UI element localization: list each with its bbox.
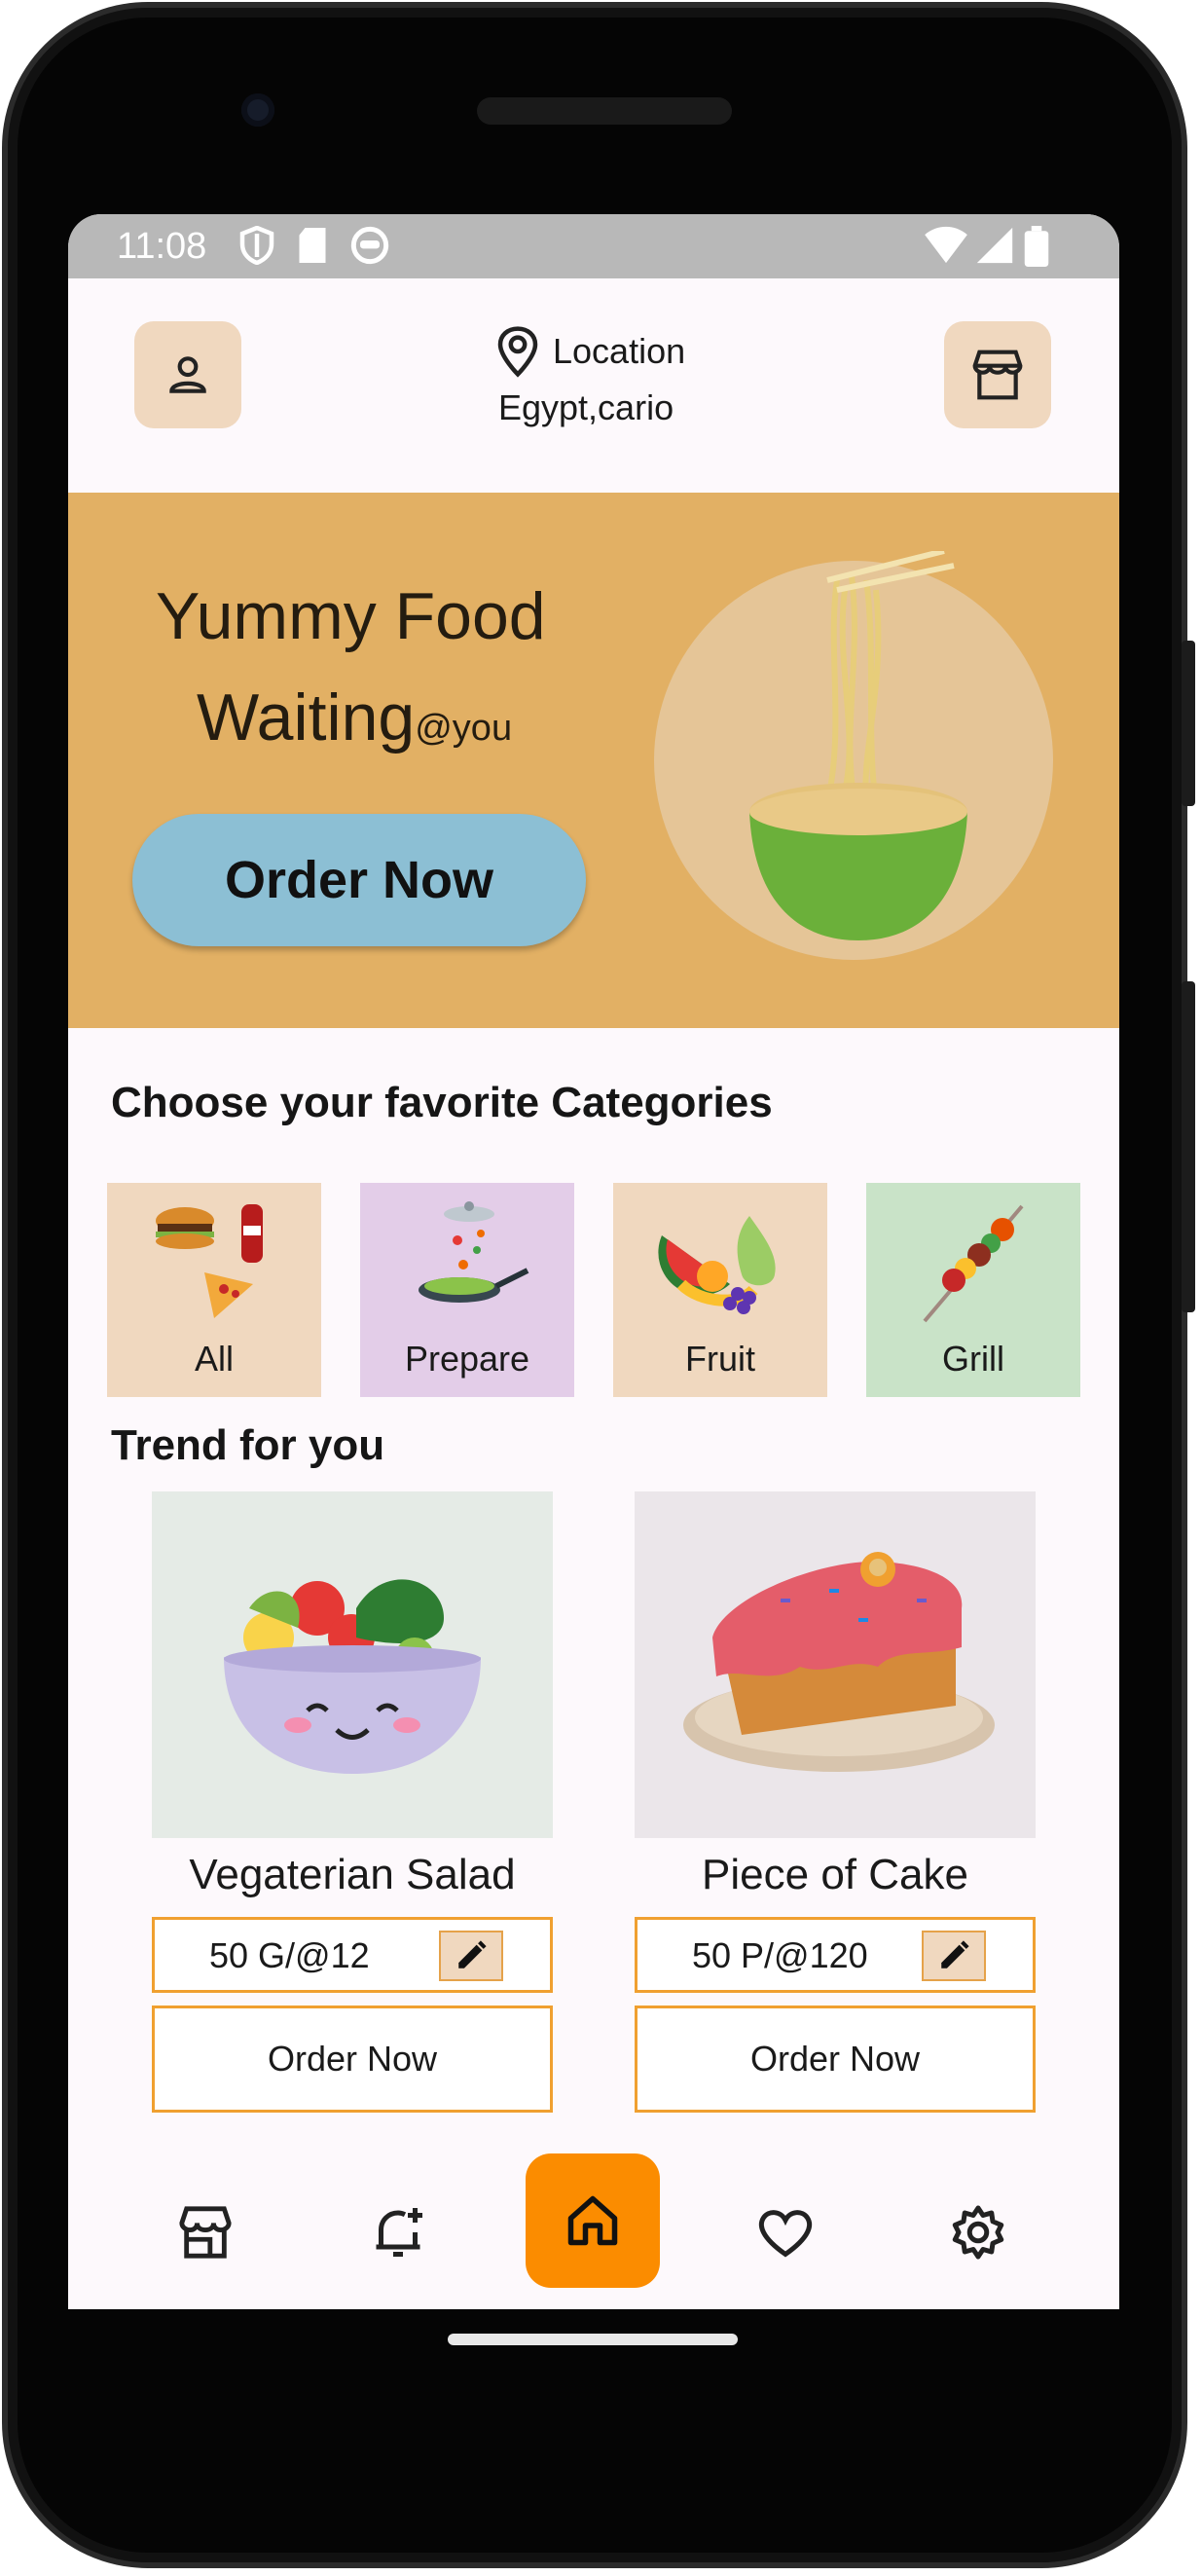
price-value: 50 P/@120 (692, 1935, 868, 1975)
cake-slice-image (683, 1552, 995, 1772)
category-label: Prepare (404, 1339, 530, 1379)
app-screen: 11:08 Location Egypt,cario Yummy Food Wa… (68, 214, 1119, 2309)
category-prepare[interactable]: Prepare (360, 1183, 574, 1397)
signal-icon (976, 227, 1013, 264)
trend-title: Trend for you (111, 1421, 385, 1469)
nav-home[interactable] (526, 2153, 660, 2288)
trend-item-name: Vegaterian Salad (189, 1851, 516, 1898)
banner-subtitle-main: Waiting (197, 681, 416, 754)
fruit-icon (658, 1216, 776, 1314)
nav-settings[interactable] (925, 2179, 1032, 2286)
price-field[interactable]: 50 P/@120 (635, 1917, 1036, 1993)
battery-icon (1024, 226, 1049, 267)
banner-subtitle: Waiting@you (197, 680, 512, 755)
settings-icon (952, 2205, 1004, 2260)
profile-button[interactable] (134, 321, 241, 428)
trend-item-name: Piece of Cake (702, 1851, 968, 1898)
store-icon (179, 2206, 232, 2259)
skewer-icon (923, 1204, 1024, 1323)
category-grill[interactable]: Grill (866, 1183, 1080, 1397)
nav-notifications[interactable] (345, 2179, 452, 2286)
front-camera (241, 93, 274, 127)
store-icon (972, 350, 1023, 400)
sd-card-icon (299, 228, 326, 263)
store-button[interactable] (944, 321, 1051, 428)
edit-button[interactable] (439, 1931, 503, 1981)
category-fruit[interactable]: Fruit (613, 1183, 827, 1397)
wifi-icon (925, 226, 967, 264)
home-gesture-bar[interactable] (448, 2334, 738, 2345)
trend-card-cake: Piece of Cake 50 P/@120 Order Now (635, 1491, 1036, 2113)
edit-button[interactable] (922, 1931, 986, 1981)
price-field[interactable]: 50 G/@12 (152, 1917, 553, 1993)
noodle-bowl-image (749, 551, 967, 940)
location-value: Egypt,cario (498, 387, 674, 427)
person-icon (169, 356, 206, 393)
price-value: 50 G/@12 (209, 1935, 370, 1975)
banner-order-button[interactable]: Order Now (132, 814, 586, 946)
salad-image[interactable] (152, 1491, 553, 1838)
location-pin-icon (497, 326, 538, 378)
shield-icon (239, 226, 274, 265)
category-label: All (194, 1339, 234, 1379)
location-title: Location (553, 331, 686, 371)
banner-subtitle-suffix: @you (415, 708, 513, 749)
salad-bowl-image (224, 1579, 481, 1774)
power-button (1182, 981, 1195, 1312)
order-now-button[interactable]: Order Now (152, 2006, 553, 2113)
category-label: Fruit (685, 1339, 755, 1379)
pencil-icon (941, 1940, 969, 1969)
cooking-pan-icon (419, 1201, 529, 1303)
heart-icon (758, 2210, 813, 2258)
pencil-icon (458, 1940, 487, 1969)
trend-card-salad: Vegaterian Salad 50 G/@12 Order Now (152, 1491, 553, 2113)
notification-add-icon (376, 2208, 422, 2257)
banner-title: Yummy Food (156, 579, 546, 653)
volume-button (1182, 641, 1195, 806)
app-notification-icon (350, 226, 389, 265)
nav-favorites[interactable] (732, 2179, 839, 2286)
cake-image[interactable] (635, 1491, 1036, 1838)
categories-title: Choose your favorite Categories (111, 1079, 773, 1126)
fast-food-icon (156, 1204, 263, 1318)
location-label[interactable]: Location (496, 325, 685, 378)
bottom-navigation (68, 2153, 1119, 2309)
nav-store[interactable] (152, 2179, 259, 2286)
status-time: 11:08 (117, 226, 207, 267)
home-icon (567, 2195, 618, 2246)
order-now-button[interactable]: Order Now (635, 2006, 1036, 2113)
promo-banner: Yummy Food Waiting@you Order Now (68, 493, 1119, 1028)
status-bar: 11:08 (68, 214, 1119, 278)
category-all[interactable]: All (107, 1183, 321, 1397)
category-label: Grill (942, 1339, 1004, 1379)
speaker-grille (477, 97, 732, 125)
